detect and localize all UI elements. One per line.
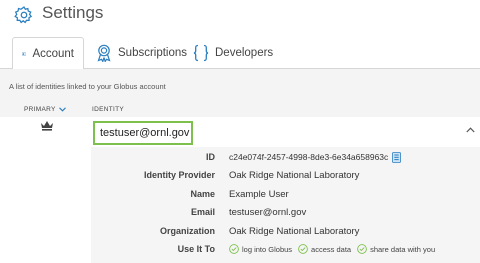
detail-label-provider: Identity Provider (143, 170, 215, 180)
detail-value-organization: Oak Ridge National Laboratory (229, 225, 360, 237)
check-circle-icon (229, 244, 239, 254)
detail-value-email: testuser@ornl.gov (229, 206, 307, 218)
chevron-up-icon[interactable] (466, 127, 475, 133)
detail-row-id: ID c24e074f-2457-4998-8de3-6e34a658963c (91, 148, 480, 166)
detail-value-name: Example User (229, 188, 289, 200)
braces-icon (193, 44, 209, 62)
use-item-login: log into Globus (229, 244, 292, 254)
detail-row-email: Email testuser@ornl.gov (91, 203, 480, 221)
use-item-share: share data with you (357, 244, 435, 254)
detail-row-name: Name Example User (91, 185, 480, 203)
detail-label-email: Email (190, 207, 215, 217)
page-header: Settings (0, 0, 480, 30)
detail-label-name: Name (190, 189, 215, 199)
use-item-access-label: access data (311, 244, 352, 254)
detail-value-provider: Oak Ridge National Laboratory (229, 169, 360, 181)
tab-developers-label: Developers (215, 47, 274, 59)
detail-label-use: Use It To (177, 244, 215, 254)
column-header-primary-label: PRIMARY (24, 106, 56, 113)
identity-id: c24e074f-2457-4998-8de3-6e34a658963c (229, 152, 389, 162)
intro-text: A list of identities linked to your Glob… (9, 82, 166, 91)
column-header-primary[interactable]: PRIMARY (24, 106, 66, 113)
identity-username[interactable]: testuser@ornl.gov (93, 121, 193, 145)
detail-label-id: ID (206, 152, 215, 162)
page-title: Settings (42, 3, 104, 22)
detail-label-organization: Organization (159, 226, 215, 236)
tab-developers[interactable]: Developers (193, 37, 273, 69)
tab-subscriptions[interactable]: Subscriptions (96, 37, 187, 69)
tab-bar: Account Subscriptions Developers (0, 37, 480, 70)
use-items: log into Globus access data share data w… (229, 244, 435, 254)
tab-account-label: Account (32, 47, 74, 60)
detail-value-id: c24e074f-2457-4998-8de3-6e34a658963c (229, 151, 402, 163)
id-card-icon (22, 51, 27, 56)
check-circle-icon (298, 244, 308, 254)
identity-details: ID c24e074f-2457-4998-8de3-6e34a658963c … (91, 147, 480, 263)
check-circle-icon (357, 244, 367, 254)
award-icon (97, 44, 111, 62)
chevron-down-icon (58, 107, 66, 112)
gear-icon (14, 6, 33, 24)
use-item-access: access data (298, 244, 351, 254)
detail-row-provider: Identity Provider Oak Ridge National Lab… (91, 166, 480, 184)
column-header-identity: IDENTITY (92, 106, 125, 113)
detail-row-use: Use It To log into Globus access data sh… (91, 240, 480, 258)
detail-row-organization: Organization Oak Ridge National Laborato… (91, 222, 480, 240)
use-item-share-label: share data with you (370, 244, 436, 254)
copy-icon[interactable] (392, 151, 402, 163)
crown-icon (41, 121, 53, 131)
tab-account[interactable]: Account (12, 37, 84, 70)
tab-subscriptions-label: Subscriptions (118, 47, 188, 59)
use-item-login-label: log into Globus (242, 244, 293, 254)
